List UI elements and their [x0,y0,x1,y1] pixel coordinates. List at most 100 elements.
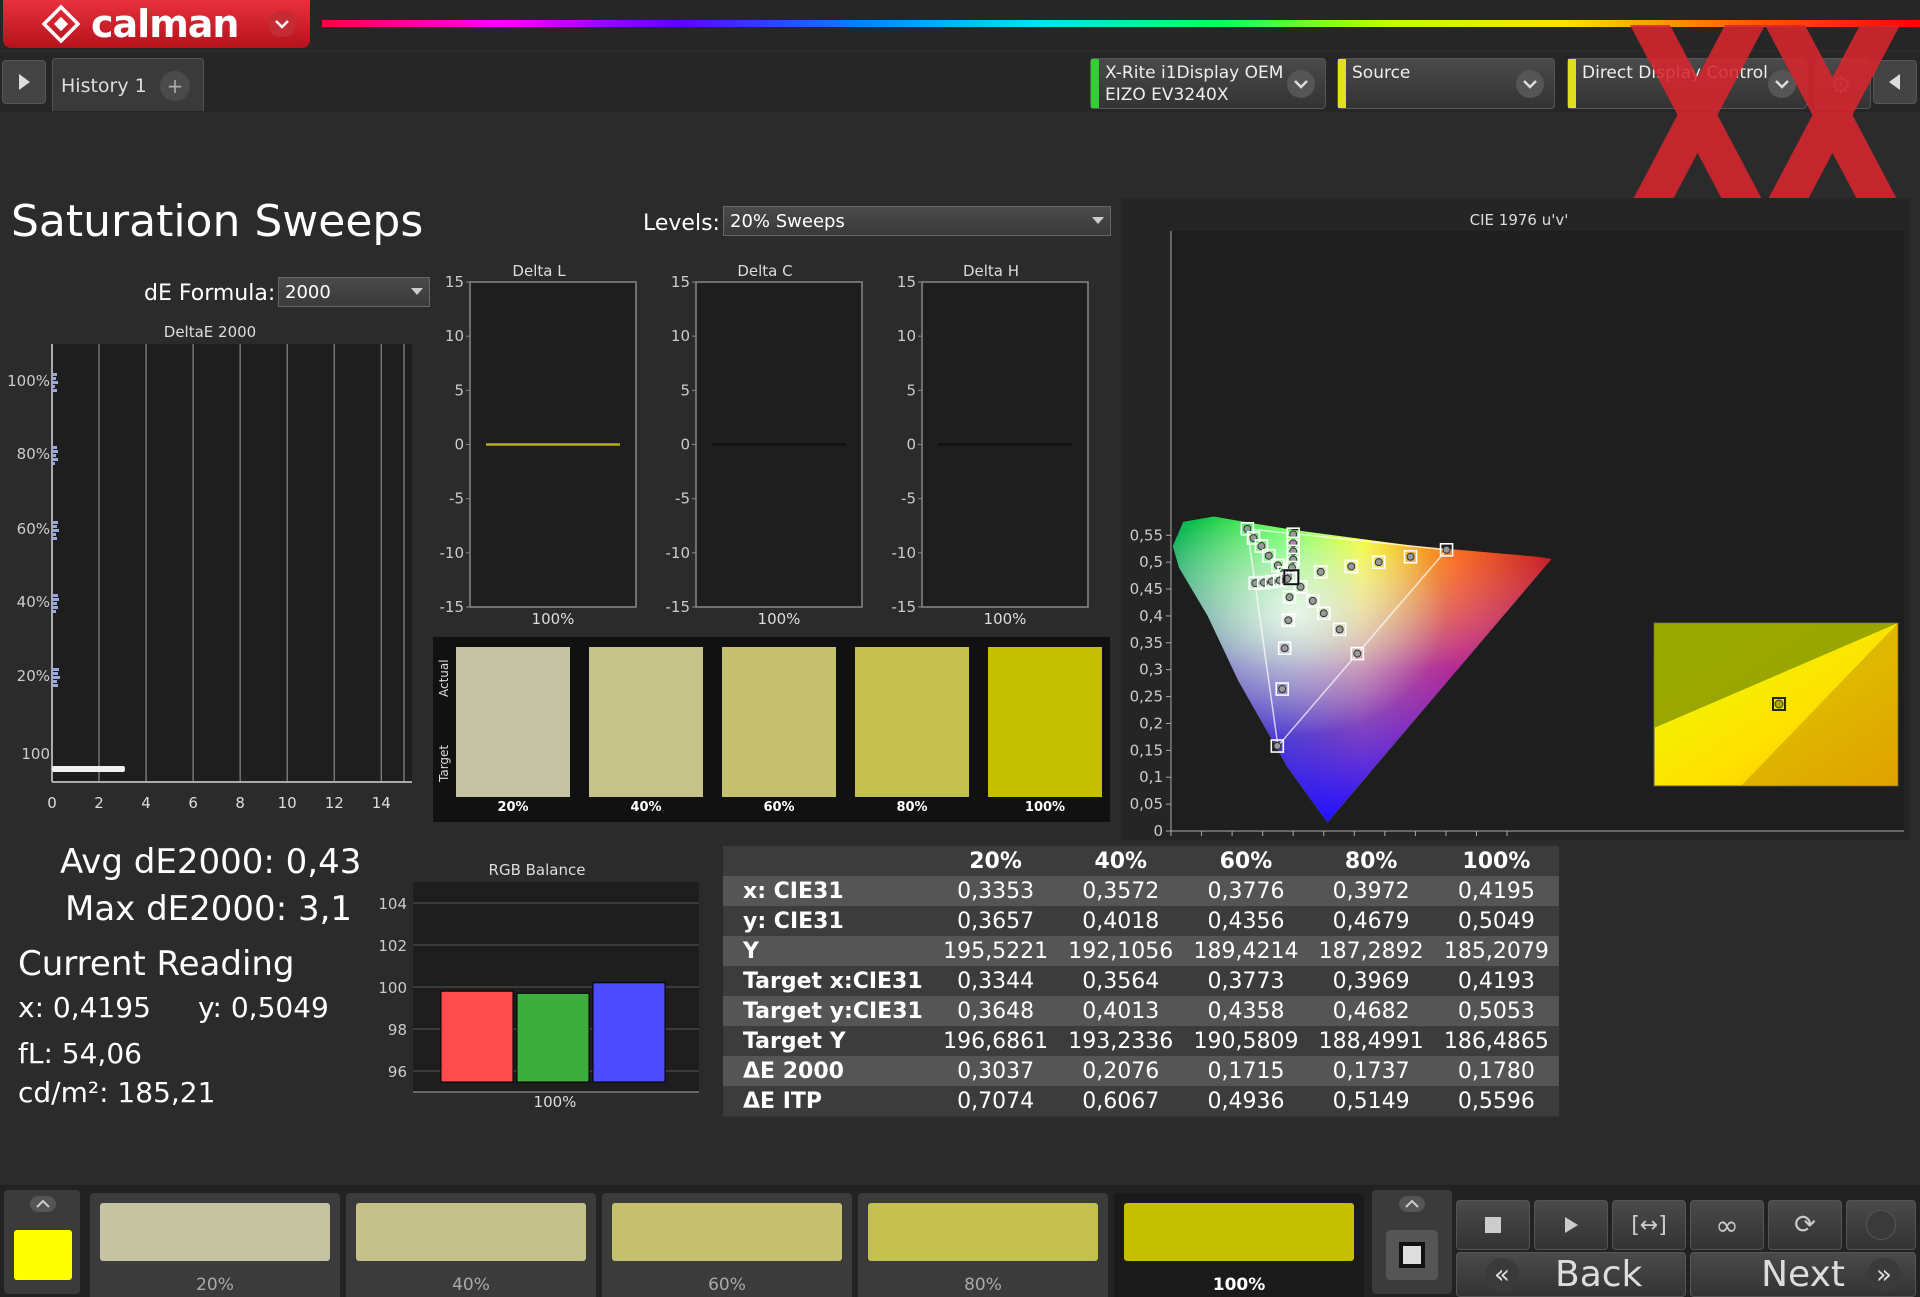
stop-panel [1372,1190,1452,1294]
chevron-down-icon[interactable] [268,11,296,37]
measure-range-button[interactable]: [↔] [1612,1200,1686,1250]
table-cell: 0,4358 [1207,998,1285,1024]
rgb-y-tick: 98 [388,1021,407,1039]
rgb-bar-g [516,992,590,1083]
table-row: Target x:CIE31 0,3344 0,3564 0,3773 0,3969 0,… [723,966,1559,996]
table-cell: 0,1780 [1457,1058,1535,1084]
table-cell: 185,2079 [1443,938,1549,964]
step-20pct[interactable]: 20% [90,1193,340,1297]
swatch-100pct [988,647,1102,797]
reading-cdm2: cd/m²: 185,21 [18,1076,216,1109]
options-button[interactable] [1846,1200,1916,1250]
table-cell: 0,5596 [1457,1088,1535,1114]
table-cell: 0,3972 [1332,878,1410,904]
continuous-button[interactable]: ∞ [1690,1200,1764,1250]
table-cell: 0,4936 [1207,1088,1285,1114]
table-cell: 0,4195 [1457,878,1535,904]
step-40pct[interactable]: 40% [346,1193,596,1297]
play-button[interactable] [1534,1200,1608,1250]
rgb-bar-b [592,982,666,1083]
delta-y-tick: 0 [906,436,916,454]
deltae-x-tick: 2 [94,794,104,812]
target-label: Target [437,744,451,782]
stop-button[interactable] [1456,1200,1530,1250]
levels-dropdown[interactable]: 20% Sweeps [723,206,1111,236]
delta-y-tick: -5 [449,490,464,508]
table-cell: 0,3037 [957,1058,1035,1084]
table-cell: 0,3969 [1332,968,1410,994]
table-cell: 0,6067 [1082,1088,1160,1114]
step-80pct[interactable]: 80% [858,1193,1108,1297]
step-label: 80% [964,1275,1002,1295]
table-cell: 0,4679 [1332,908,1410,934]
deltae-y-label: 20% [17,667,50,685]
table-cell: 0,3648 [957,998,1035,1024]
delta-y-tick: 10 [897,327,916,345]
meter-name: X-Rite i1Display OEM [1105,63,1284,83]
rgb-balance-title: RGB Balance [489,861,586,879]
table-cell: 0,5053 [1457,998,1535,1024]
table-cell: 187,2892 [1318,938,1424,964]
step-100pct[interactable]: 100% [1114,1193,1364,1297]
swatch-40pct [589,647,703,797]
step-color [1124,1203,1354,1261]
cie-y-tick: 0,35 [1130,634,1163,652]
rgb-y-tick: 104 [378,895,407,913]
infinity-icon: ∞ [1715,1208,1739,1242]
table-cell: 193,2336 [1068,1028,1174,1054]
back-button[interactable]: « Back [1456,1252,1686,1297]
play-left-icon[interactable] [2,60,46,104]
source-status-bar [1338,59,1346,108]
cie-x-tick: 0,25 [1307,838,1340,840]
swatch-label: 60% [763,800,795,815]
add-tab-icon[interactable]: + [160,71,190,101]
next-button[interactable]: Next » [1690,1252,1916,1297]
chevron-down-icon[interactable] [1516,70,1544,98]
meter-selector[interactable]: X-Rite i1Display OEM EIZO EV3240X [1090,58,1326,109]
step-60pct[interactable]: 60% [602,1193,852,1297]
deltae-x-tick: 6 [188,794,198,812]
delta-y-tick: -10 [666,544,691,562]
table-column-header: 20% [969,848,1022,874]
table-header: 20% 40% 60% 80% 100% [723,846,1559,876]
deltae-y-label: 80% [17,445,50,463]
deltae-x-tick: 12 [325,794,344,812]
de-formula-dropdown[interactable]: 2000 [278,277,430,307]
delta-y-tick: -10 [440,544,465,562]
chevron-down-icon[interactable] [1287,70,1315,98]
chevron-up-icon[interactable] [1399,1196,1425,1212]
stop-square-icon [1399,1242,1425,1268]
table-row: y: CIE31 0,3657 0,4018 0,4356 0,4679 0,5049 [723,906,1559,936]
refresh-button[interactable]: ⟳ [1768,1200,1842,1250]
chevron-down-icon [1092,217,1104,224]
delta-y-tick: -15 [892,598,917,616]
rgb-balance-chart: RGB Balance 104 102 100 98 96 100% [378,861,699,1111]
table-cell: 0,3353 [957,878,1035,904]
delta-chart-title: Delta H [963,262,1019,280]
delta-x-label: 100% [758,610,801,628]
calman-logo[interactable]: calman [3,0,310,48]
tab-history-1[interactable]: History 1 + [52,58,204,111]
delta-chart-title: Delta L [512,262,566,280]
deltae-y-label: 40% [17,593,50,611]
delta-lch-charts: Delta L 15 10 5 0 -5 -10 -15 100% Delta C 15 10 5 0 -5… [440,262,1089,628]
table-cell: 0,3773 [1207,968,1285,994]
source-selector[interactable]: Source [1337,58,1555,109]
max-de: Max dE2000: 3,1 [65,889,353,929]
swatch-panel: Actual Target 20% 40% 60% 80% 100% [433,637,1110,822]
step-color [612,1203,842,1261]
row-label: ΔE 2000 [743,1058,844,1084]
swatch-20pct [456,647,570,797]
swatch-60pct [722,647,836,797]
cie-y-tick: 0,25 [1130,688,1163,706]
record-button[interactable] [1386,1230,1438,1280]
chevron-up-icon[interactable] [30,1196,56,1212]
measurement-table: 20% 40% 60% 80% 100% x: CIE31 0,3353 0,3572 0,3… [723,846,1559,1117]
delta-y-tick: 0 [680,436,690,454]
table-cell: 0,4013 [1082,998,1160,1024]
delta-x-label: 100% [984,610,1027,628]
table-column-header: 80% [1344,848,1398,874]
actual-label: Actual [437,659,451,697]
step-color [100,1203,330,1261]
diamond-logo-icon [41,4,81,44]
